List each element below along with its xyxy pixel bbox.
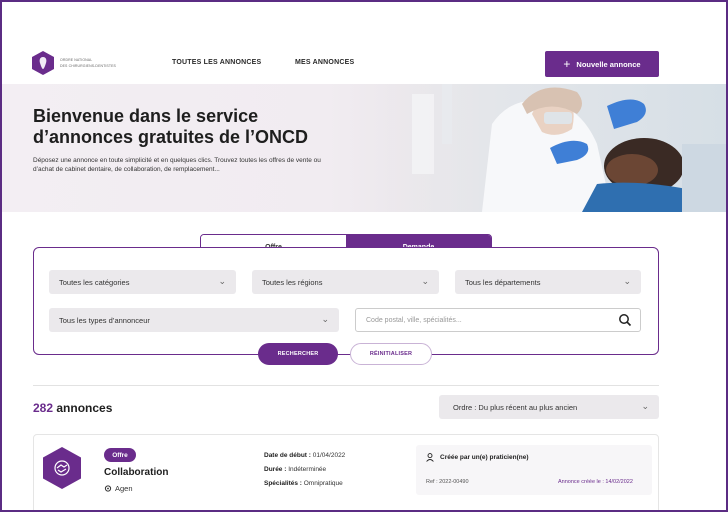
annonce-card[interactable]: Offre Collaboration Agen Date de début :… — [33, 434, 659, 510]
search-panel: Toutes les catégories ⌄ Toutes les régio… — [33, 247, 659, 355]
annonce-location: Agen — [104, 484, 133, 493]
specialty-label: Spécialités : — [264, 480, 302, 487]
top-header: ORDRE NATIONAL DES CHIRURGIENS-DENTISTES… — [2, 2, 726, 82]
logo-text: ORDRE NATIONAL DES CHIRURGIENS-DENTISTES — [60, 58, 116, 68]
annonceur-type-select[interactable]: Tous les types d’annonceur ⌄ — [49, 308, 339, 332]
departement-select[interactable]: Tous les départements ⌄ — [455, 270, 641, 294]
duration-label: Durée : — [264, 466, 287, 473]
nav-toutes-les-annonces[interactable]: TOUTES LES ANNONCES — [172, 59, 261, 66]
category-select-value: Toutes les catégories — [59, 277, 130, 287]
user-icon — [426, 453, 434, 462]
dentist-photo — [382, 84, 726, 212]
results-count-label: annonces — [53, 401, 113, 415]
divider — [33, 385, 659, 386]
annonce-created-date: Annonce créée le : 14/02/2022 — [558, 479, 633, 485]
annonce-side-info: Créée par un(e) praticien(ne) Ref : 2022… — [416, 445, 652, 495]
hero-banner: Bienvenue dans le service d’annonces gra… — [2, 84, 726, 212]
region-select[interactable]: Toutes les régions ⌄ — [252, 270, 439, 294]
logo-line-1: ORDRE NATIONAL — [60, 58, 93, 62]
annonce-title[interactable]: Collaboration — [104, 467, 168, 478]
start-label: Date de début : — [264, 452, 311, 459]
results-count-number: 282 — [33, 401, 54, 415]
new-annonce-button[interactable]: + Nouvelle annonce — [545, 51, 659, 77]
results-count: 282 annonces — [33, 401, 112, 415]
annonce-ref: Ref : 2022-00490 — [426, 479, 469, 485]
oncd-logo[interactable]: ORDRE NATIONAL DES CHIRURGIENS-DENTISTES — [32, 51, 116, 75]
logo-line-2: DES CHIRURGIENS-DENTISTES — [60, 64, 116, 68]
annonceur-type-select-value: Tous les types d’annonceur — [59, 315, 150, 325]
location-search-placeholder: Code postal, ville, spécialités... — [366, 316, 462, 324]
reinitialiser-button[interactable]: RÉINITIALISER — [350, 343, 432, 365]
region-select-value: Toutes les régions — [262, 277, 323, 287]
category-select[interactable]: Toutes les catégories ⌄ — [49, 270, 236, 294]
logo-hex-icon — [32, 51, 54, 75]
chevron-down-icon: ⌄ — [623, 276, 631, 286]
collaboration-icon — [43, 447, 81, 489]
sort-select-value: Ordre : Du plus récent au plus ancien — [453, 402, 578, 412]
search-icon[interactable] — [618, 313, 632, 327]
annonce-details: Date de début : 01/04/2022 Durée : Indét… — [264, 449, 345, 491]
annonce-location-text: Agen — [115, 484, 133, 493]
new-annonce-label: Nouvelle annonce — [576, 59, 641, 69]
chevron-down-icon: ⌄ — [218, 276, 226, 286]
chevron-down-icon: ⌄ — [641, 401, 649, 411]
plus-icon: + — [563, 57, 571, 71]
departement-select-value: Tous les départements — [465, 277, 541, 287]
nav-mes-annonces[interactable]: MES ANNONCES — [295, 59, 354, 66]
start-value: 01/04/2022 — [312, 452, 346, 459]
hero-description: Déposez une annonce en toute simplicité … — [33, 157, 321, 173]
hero-title: Bienvenue dans le service d’annonces gra… — [33, 106, 309, 147]
creator-info: Créée par un(e) praticien(ne) — [426, 453, 529, 462]
specialty-value: Omnipratique — [303, 480, 343, 487]
chevron-down-icon: ⌄ — [321, 314, 329, 324]
location-pin-icon — [104, 484, 112, 492]
chevron-down-icon: ⌄ — [421, 276, 429, 286]
creator-text: Créée par un(e) praticien(ne) — [440, 454, 529, 461]
location-search-input[interactable]: Code postal, ville, spécialités... — [355, 308, 641, 332]
page: ORDRE NATIONAL DES CHIRURGIENS-DENTISTES… — [0, 0, 728, 512]
sort-select[interactable]: Ordre : Du plus récent au plus ancien ⌄ — [439, 395, 659, 419]
offre-badge: Offre — [104, 448, 136, 462]
duration-value: Indéterminée — [288, 466, 327, 473]
rechercher-button[interactable]: RECHERCHER — [258, 343, 338, 365]
